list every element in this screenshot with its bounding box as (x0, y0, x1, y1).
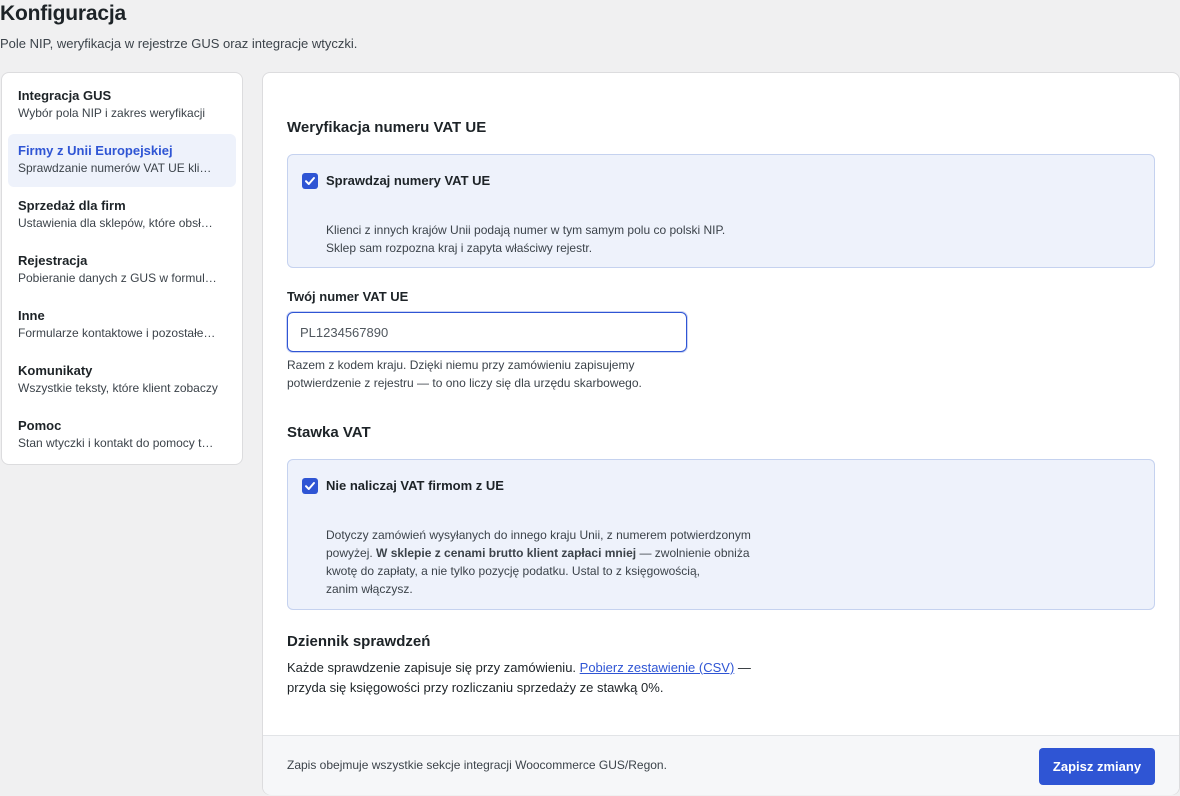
sidebar-item-desc: Ustawienia dla sklepów, które obsługują … (18, 216, 218, 230)
help-line: Razem z kodem kraju. Dzięki niemu przy z… (287, 358, 635, 372)
vat-number-help: Razem z kodem kraju. Dzięki niemu przy z… (287, 356, 642, 392)
vat-check-desc-line: Sklep sam rozpozna kraj i zapyta właściw… (326, 241, 593, 255)
sidebar-item-desc: Wszystkie teksty, które klient zobaczy (18, 381, 218, 395)
footer-note: Zapis obejmuje wszystkie sekcje integrac… (287, 758, 667, 772)
page-title: Konfiguracja (0, 2, 126, 25)
zero-rate-desc-line: Dotyczy zamówień wysyłanych do innego kr… (326, 528, 751, 542)
sidebar-item-desc: Stan wtyczki i kontakt do pomocy technic… (18, 436, 218, 450)
vat-section-title: Weryfikacja numeru VAT UE (287, 119, 487, 136)
sidebar-item-title: Sprzedaż dla firm (18, 198, 126, 213)
rate-section-title: Stawka VAT (287, 424, 371, 441)
sidebar-item-rejestracja[interactable]: Rejestracja Pobieranie danych z GUS w fo… (8, 244, 236, 297)
sidebar-item-desc: Sprawdzanie numerów VAT UE klientów (18, 161, 218, 175)
vat-check-desc-line: Klienci z innych krajów Unii podają nume… (326, 223, 726, 237)
vat-number-label: Twój numer VAT UE (287, 289, 409, 304)
sidebar-item-desc: Pobieranie danych z GUS w formularzu (18, 271, 218, 285)
sidebar-item-title: Pomoc (18, 418, 62, 433)
sidebar-item-title: Rejestracja (18, 253, 88, 268)
settings-footer: Zapis obejmuje wszystkie sekcje integrac… (263, 735, 1179, 795)
sidebar-item-integracja-gus[interactable]: Integracja GUS Wybór pola NIP i zakres w… (8, 79, 236, 132)
zero-rate-desc-line: zanim włączysz. (326, 582, 413, 596)
sidebar-item-title: Integracja GUS (18, 88, 112, 103)
zero-rate-checkbox[interactable] (302, 478, 318, 494)
checkmark-icon (305, 482, 315, 490)
zero-rate-label[interactable]: Nie naliczaj VAT firmom z UE (326, 478, 504, 493)
zero-rate-option: Nie naliczaj VAT firmom z UE Dotyczy zam… (287, 459, 1155, 610)
log-line: przyda się księgowości przy rozliczaniu … (287, 680, 664, 695)
settings-panel: Weryfikacja numeru VAT UE Sprawdzaj nume… (262, 72, 1180, 795)
sidebar-item-title: Komunikaty (18, 363, 93, 378)
page-subtitle: Pole NIP, weryfikacja w rejestrze GUS or… (0, 36, 358, 51)
sidebar-item-desc: Formularze kontaktowe i pozostałe integr… (18, 326, 218, 340)
zero-rate-desc-line: kwotę do zapłaty, a nie tylko pozycję po… (326, 564, 700, 578)
sidebar-item-title: Firmy z Unii Europejskiej (18, 143, 173, 158)
sidebar-item-title: Inne (18, 308, 45, 323)
desc-emphasis: W sklepie z cenami brutto klient zapłaci… (376, 546, 637, 560)
log-description: Każde sprawdzenie zapisuje się przy zamó… (287, 658, 751, 698)
log-text: Każde sprawdzenie zapisuje się przy zamó… (287, 660, 580, 675)
vat-check-checkbox[interactable] (302, 173, 318, 189)
save-button[interactable]: Zapisz zmiany (1039, 748, 1155, 785)
log-section-title: Dziennik sprawdzeń (287, 633, 431, 650)
sidebar-item-firmy-ue[interactable]: Firmy z Unii Europejskiej Sprawdzanie nu… (8, 134, 236, 187)
zero-rate-desc-line: powyżej. W sklepie z cenami brutto klien… (326, 544, 750, 562)
download-csv-link[interactable]: Pobierz zestawienie (CSV) (580, 660, 735, 675)
checkmark-icon (305, 177, 315, 185)
sidebar-item-inne[interactable]: Inne Formularze kontaktowe i pozostałe i… (8, 299, 236, 352)
sidebar-item-sprzedaz-dla-firm[interactable]: Sprzedaż dla firm Ustawienia dla sklepów… (8, 189, 236, 242)
settings-sidebar: Integracja GUS Wybór pola NIP i zakres w… (1, 72, 243, 465)
sidebar-item-desc: Wybór pola NIP i zakres weryfikacji (18, 106, 206, 120)
vat-check-option: Sprawdzaj numery VAT UE Klienci z innych… (287, 154, 1155, 268)
desc-text: — zwolnienie obniża (636, 546, 750, 560)
help-line: potwierdzenie z rejestru — to ono liczy … (287, 376, 642, 390)
vat-check-label[interactable]: Sprawdzaj numery VAT UE (326, 173, 490, 188)
sidebar-item-pomoc[interactable]: Pomoc Stan wtyczki i kontakt do pomocy t… (8, 409, 236, 462)
log-text: — (734, 660, 751, 675)
sidebar-item-komunikaty[interactable]: Komunikaty Wszystkie teksty, które klien… (8, 354, 236, 407)
log-line: Każde sprawdzenie zapisuje się przy zamó… (287, 658, 751, 678)
vat-number-input[interactable] (287, 312, 687, 352)
desc-text: powyżej. (326, 546, 377, 560)
